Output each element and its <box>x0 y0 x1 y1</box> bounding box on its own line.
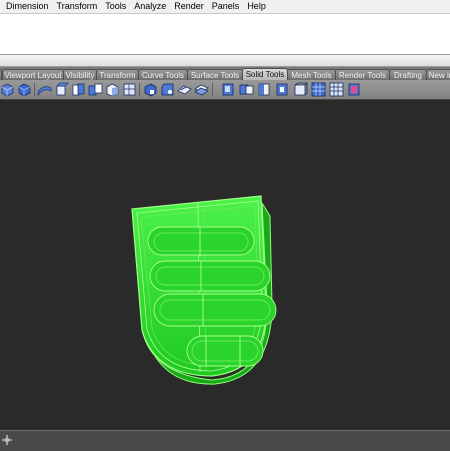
menu-help[interactable]: Help <box>243 0 270 13</box>
solid-cube-icon[interactable] <box>0 82 15 97</box>
cube-pink-icon[interactable] <box>347 82 362 97</box>
status-bar <box>0 430 450 451</box>
tab-render-tools[interactable]: Render Tools <box>335 69 390 80</box>
checker-icon[interactable] <box>329 82 344 97</box>
move-face-icon[interactable] <box>239 82 254 97</box>
solid-edit-icon[interactable] <box>221 82 236 97</box>
tab-new-in[interactable]: New in <box>426 69 450 80</box>
offset-surface-icon[interactable] <box>194 82 209 97</box>
grid-cube-icon[interactable] <box>311 82 326 97</box>
toolbar-separator <box>212 83 213 96</box>
fillet-edge-icon[interactable] <box>160 82 175 97</box>
perspective-viewport[interactable] <box>0 100 450 430</box>
extrude-face-icon[interactable] <box>54 82 69 97</box>
boolean-difference-icon[interactable] <box>88 82 103 97</box>
menu-dimension[interactable]: Dimension <box>0 0 53 13</box>
tab-visibility[interactable]: Visibility <box>63 69 97 80</box>
solid-tools-toolbar <box>0 80 450 100</box>
menu-bar: Dimension Transform Tools Analyze Render… <box>0 0 450 14</box>
slot-4 <box>186 335 264 367</box>
toolbar-separator <box>34 83 35 96</box>
toolbar-tab-strip: Viewport Layout Visibility Transform Cur… <box>0 67 450 80</box>
menu-render[interactable]: Render <box>170 0 208 13</box>
menu-analyze[interactable]: Analyze <box>130 0 170 13</box>
wireframe-box-icon[interactable] <box>293 82 308 97</box>
tab-viewport-layout[interactable]: Viewport Layout <box>2 69 64 80</box>
solid-box-icon[interactable] <box>105 82 120 97</box>
menu-panels[interactable]: Panels <box>208 0 244 13</box>
menu-transform[interactable]: Transform <box>53 0 102 13</box>
tab-drafting[interactable]: Drafting <box>389 69 427 80</box>
toolbar-separator <box>139 83 140 96</box>
slot-3 <box>153 293 277 327</box>
tab-solid-tools[interactable]: Solid Tools <box>242 68 288 80</box>
crosshair-icon[interactable] <box>2 435 12 445</box>
tab-transform[interactable]: Transform <box>96 69 139 80</box>
tab-mesh-tools[interactable]: Mesh Tools <box>287 69 336 80</box>
tab-curve-tools[interactable]: Curve Tools <box>138 69 188 80</box>
command-history-area[interactable] <box>0 14 450 54</box>
tab-surface-tools[interactable]: Surface Tools <box>187 69 243 80</box>
menu-tools[interactable]: Tools <box>101 0 130 13</box>
chamfer-edge-icon[interactable] <box>177 82 192 97</box>
extract-surface-icon[interactable] <box>143 82 158 97</box>
shell-icon[interactable] <box>275 82 290 97</box>
slot-2 <box>149 260 271 292</box>
split-face-icon[interactable] <box>257 82 272 97</box>
toolbar-dock-strip <box>0 55 450 67</box>
boolean-union-icon[interactable] <box>71 82 86 97</box>
solid-cube-blue-icon[interactable] <box>17 82 32 97</box>
model-render <box>131 195 277 385</box>
cap-planar-icon[interactable] <box>122 82 137 97</box>
pipe-icon[interactable] <box>37 82 52 97</box>
slot-1 <box>147 226 255 256</box>
